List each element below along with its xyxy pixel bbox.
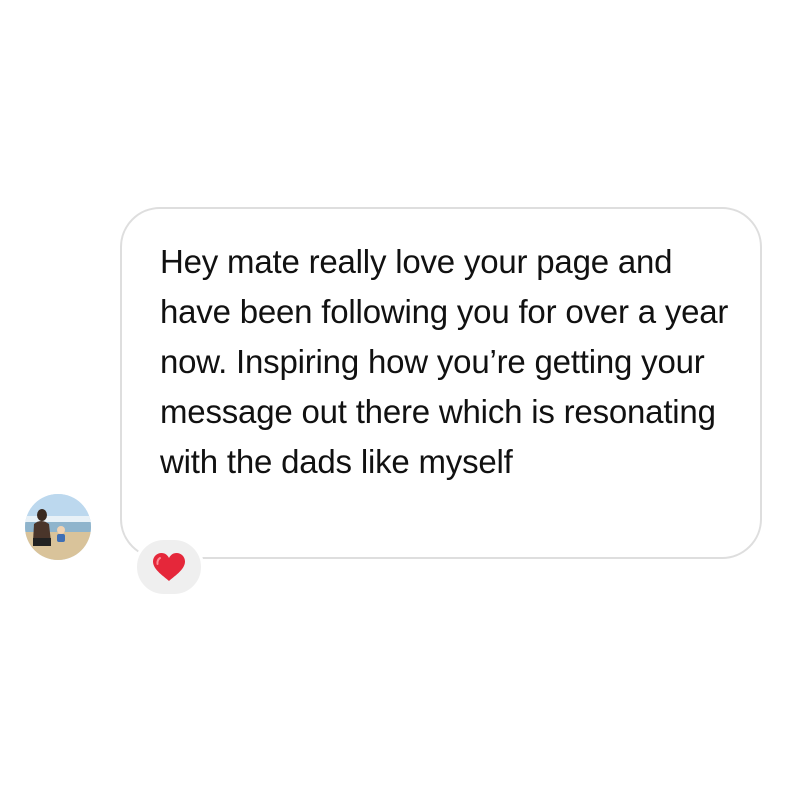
message-bubble[interactable]: Hey mate really love your page and have … (120, 207, 762, 559)
sender-avatar[interactable] (25, 494, 91, 560)
avatar-photo-icon (25, 494, 91, 560)
heart-reaction[interactable] (134, 537, 204, 597)
red-heart-icon (153, 553, 185, 581)
message-text: Hey mate really love your page and have … (160, 243, 729, 480)
